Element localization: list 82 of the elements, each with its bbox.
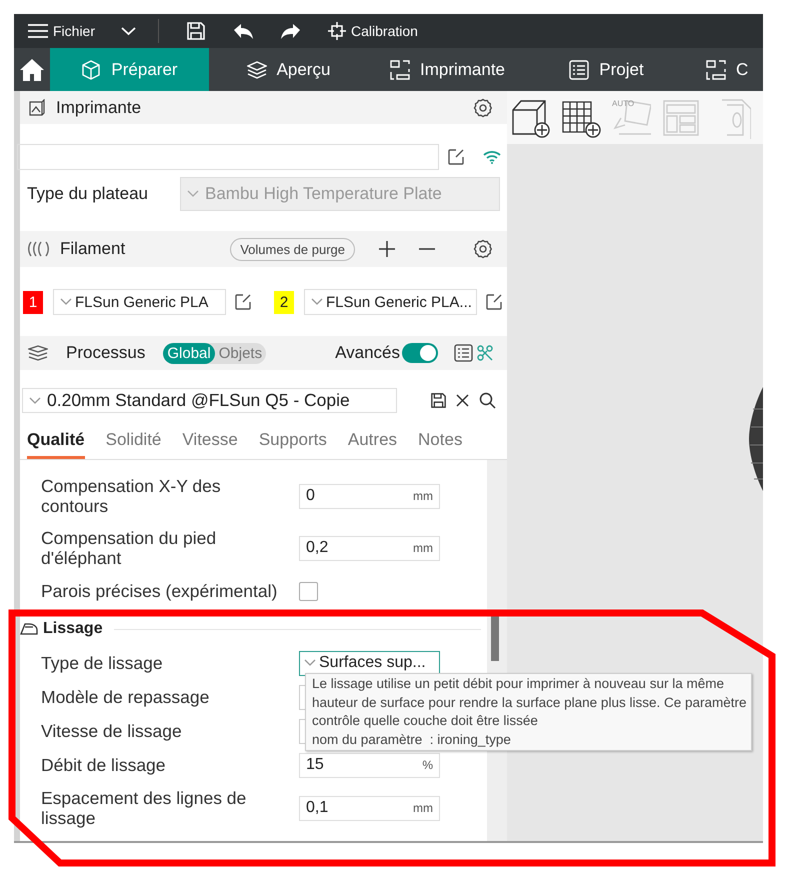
scrollbar-thumb[interactable] [491,615,499,661]
advanced-toggle[interactable] [402,343,438,363]
tooltip-text: contrôle quelle couche doit être lissée [312,712,538,730]
nav-tab[interactable]: Préparer [50,48,209,91]
setting-label: Modèle de repassage [41,687,210,707]
crosshair-icon [328,22,346,40]
search-icon[interactable] [479,392,496,409]
settings-icon[interactable] [473,239,493,259]
setting-label: Compensation du pied d'éléphant [41,528,218,568]
layout-icon [661,98,701,138]
redo-icon[interactable] [281,24,300,38]
advanced-label: Avancés [335,343,400,363]
menu-icon [28,23,48,39]
save-icon[interactable] [431,393,446,408]
chevron-icon[interactable] [121,26,136,36]
setting-label: Vitesse de lissage [41,721,183,741]
nav-tab[interactable]: C [686,48,763,91]
scope-tab[interactable]: Global [163,342,215,364]
value-field[interactable]: 0 mm [299,484,440,508]
filament-dropdown[interactable]: FLSun Generic PLA [53,289,226,315]
cube-icon [81,60,102,80]
settings-tab[interactable]: Solidité [106,427,162,459]
settings-icon[interactable] [473,98,493,118]
scissors-icon[interactable] [477,345,493,361]
chevron-icon [304,659,316,667]
edit-icon[interactable] [234,293,252,311]
close-icon[interactable] [456,394,469,407]
settings-tab[interactable]: Vitesse [182,427,238,459]
add-cube-icon[interactable] [511,98,551,138]
value-field[interactable]: 0,1 mm [299,796,440,820]
settings-tab[interactable]: Notes [418,427,462,459]
preset-dropdown[interactable]: 0.20mm Standard @FLSun Q5 - Copie [22,388,397,413]
setting-label: Débit de lissage [41,755,167,775]
section-title: Imprimante [56,98,142,118]
section-title: Lissage [43,620,103,638]
chevron-icon [60,298,72,306]
chevron-icon [29,396,41,404]
filament-dropdown[interactable]: FLSun Generic PLA... [304,289,477,315]
setting-label: Parois précises (expérimental) [41,581,278,601]
wifi-icon [483,150,501,164]
settings-tab[interactable]: Supports [258,427,327,459]
filament-number: 2 [274,290,294,314]
settings-tab[interactable]: Autres [348,427,398,459]
nav-tab[interactable]: Projet [527,48,686,91]
printer-icon [28,98,46,116]
printer-icon [706,60,726,80]
setting-label: Espacement des lignes de lissage [41,788,248,828]
copy-icon [721,96,751,138]
chevron-icon [187,190,199,198]
list-icon[interactable] [454,344,473,362]
iron-icon [20,623,38,635]
section-title: Processus [66,343,146,363]
settings-tab[interactable]: Qualité [27,427,85,459]
auto-orient-icon [611,98,651,138]
add-icon[interactable] [379,241,395,257]
value-field[interactable]: 15 % [299,752,440,778]
edit-icon[interactable] [447,148,465,166]
auto-label: AUTO [612,98,634,108]
printer-icon [390,60,410,80]
section-title: Filament [60,239,126,259]
edit-icon[interactable] [485,293,503,311]
layers-icon [28,345,48,361]
filament-number: 1 [23,290,43,314]
plate-label: Type du plateau [26,184,149,204]
chevron-icon [311,298,323,306]
checkbox[interactable] [299,582,318,600]
filament-icon [28,241,50,257]
value-field[interactable]: 0,2 mm [299,536,440,560]
purge-volumes-button[interactable]: Volumes de purge [230,238,355,260]
calibration-button[interactable]: Calibration [328,22,418,40]
tooltip-text: Le lissage utilise un petit débit pour imprimer à nouveau sur la même [312,675,724,693]
printer-field[interactable] [17,144,439,170]
setting-label: Type de lissage [41,653,164,673]
layers-icon [246,60,267,78]
setting-label: Compensation X-Y des contours [41,476,222,516]
file-menu[interactable]: Fichier [28,23,96,39]
undo-icon[interactable] [234,24,254,38]
tooltip-text: hauteur de surface pour rendre la surface plane plus lisse. Ce paramètre [312,694,746,712]
nav-tab[interactable]: Imprimante [368,48,527,91]
tooltip-text: nom du paramètre : ironing_type [312,730,511,749]
nav-tab[interactable]: Aperçu [209,48,368,91]
list-icon [569,60,590,80]
